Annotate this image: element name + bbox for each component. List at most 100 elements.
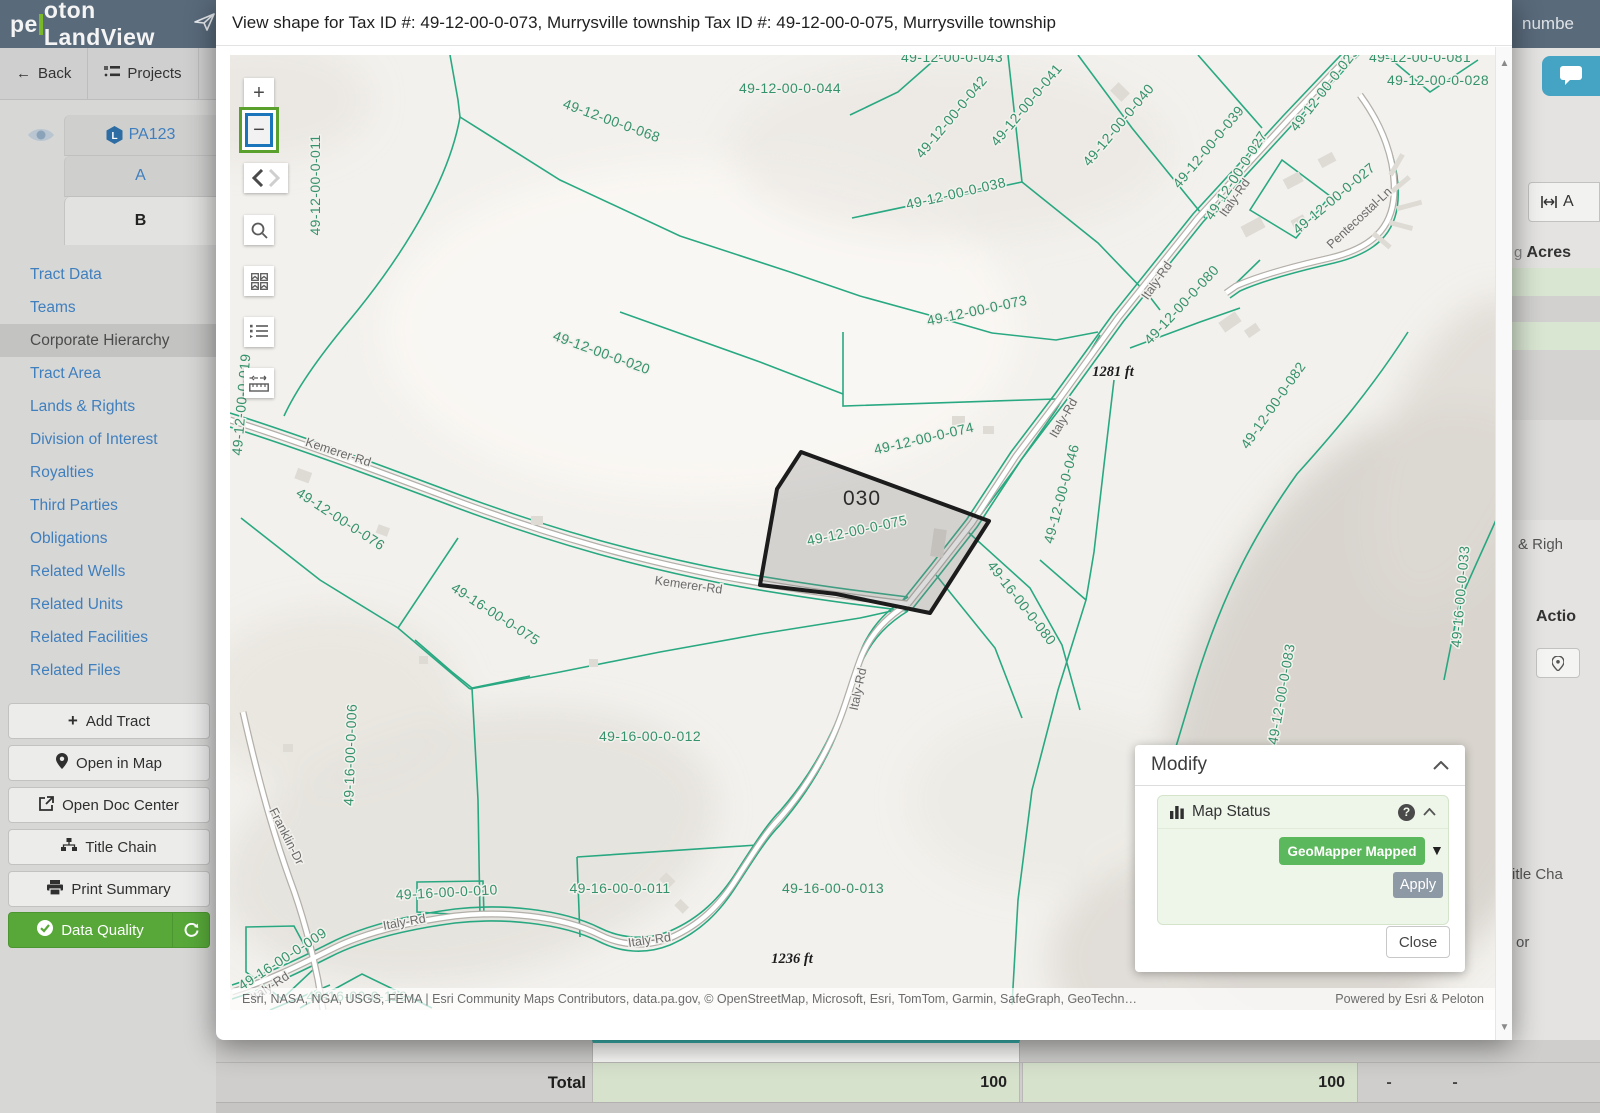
table-row	[1512, 268, 1600, 296]
extent-history-button[interactable]	[244, 163, 288, 193]
back-button[interactable]: ← Back	[0, 48, 88, 99]
external-link-icon	[39, 796, 54, 815]
map-pin-icon	[56, 753, 68, 773]
eye-icon[interactable]	[26, 124, 56, 151]
parcel-label: 49-12-00-0-046	[1040, 442, 1082, 545]
status-badge[interactable]: GeoMapper Mapped	[1279, 837, 1425, 865]
search-button[interactable]	[244, 215, 274, 245]
modal-scrollbar[interactable]: ▲ ▼	[1495, 47, 1512, 1040]
locate-button[interactable]	[1536, 648, 1580, 678]
tab-pa123[interactable]: L PA123	[64, 115, 216, 156]
chevron-left-right-icon	[251, 169, 281, 187]
layer-list-button[interactable]	[244, 317, 274, 347]
nav-tract-data[interactable]: Tract Data	[0, 258, 216, 291]
sidebar: peoton LandView ← Back Projects L PA123 …	[0, 0, 216, 1113]
zoom-in-button[interactable]: +	[244, 78, 274, 108]
nav-related-files[interactable]: Related Files	[0, 654, 216, 687]
total-row: Total 100 100 - -	[216, 1062, 1600, 1102]
data-quality-button-group: Data Quality	[8, 912, 210, 948]
add-tract-button[interactable]: +Add Tract	[8, 703, 210, 739]
nav-corporate-hierarchy[interactable]: Corporate Hierarchy	[0, 324, 216, 357]
chevron-up-icon[interactable]	[1433, 761, 1449, 770]
parcel-label: 49-12-00-0-081	[1369, 55, 1471, 65]
layer-list-icon	[250, 324, 268, 340]
modify-panel-header[interactable]: Modify	[1135, 745, 1465, 786]
background-bottom-table: Total 100 100 - -	[216, 1040, 1600, 1113]
table-row	[1512, 350, 1600, 420]
parcel-label: 49-16-00-0-080	[984, 558, 1059, 648]
projects-button[interactable]: Projects	[88, 48, 198, 99]
parcel-label: 49-12-00-0-043	[901, 55, 1003, 65]
resize-arrows-icon	[1541, 195, 1557, 209]
lands-rights-partial-label: & Righ	[1518, 536, 1563, 553]
nav-teams[interactable]: Teams	[0, 291, 216, 324]
tab-a[interactable]: A	[64, 156, 216, 197]
print-summary-button[interactable]: Print Summary	[8, 871, 210, 907]
total-label: Total	[216, 1063, 586, 1103]
nav-royalties[interactable]: Royalties	[0, 456, 216, 489]
parcel-label: 49-16-00-0-012	[599, 728, 701, 744]
parcel-label: 49-12-00-0-025	[1286, 55, 1361, 134]
modal-title: View shape for Tax ID #: 49-12-00-0-073,…	[216, 0, 1512, 46]
parcel-label: 49-16-00-0-011	[569, 880, 670, 896]
total-value-cell: 100	[1022, 1063, 1358, 1103]
scroll-down-arrow[interactable]: ▼	[1496, 1019, 1513, 1036]
app-header: peoton LandView	[0, 0, 216, 48]
background-header-text: numbe	[1512, 0, 1600, 48]
map-viewport[interactable]: 49-12-00-0-01149-12-00-0-04449-12-00-0-0…	[230, 55, 1496, 1010]
open-in-map-button[interactable]: Open in Map	[8, 745, 210, 781]
basemap-gallery-button[interactable]	[244, 266, 274, 296]
parcel-label: 49-12-00-0-068	[561, 95, 662, 145]
measure-button[interactable]	[244, 368, 274, 398]
caret-down-icon[interactable]: ▼	[1430, 842, 1444, 858]
partial-a-button[interactable]: A	[1528, 182, 1600, 222]
nav-division-of-interest[interactable]: Division of Interest	[0, 423, 216, 456]
nav-related-facilities[interactable]: Related Facilities	[0, 621, 216, 654]
table-row	[1512, 420, 1600, 520]
nav-tract-area[interactable]: Tract Area	[0, 357, 216, 390]
tract-tabs: L PA123 A B	[64, 115, 216, 245]
chevron-up-icon[interactable]	[1423, 808, 1436, 816]
table-row	[1512, 296, 1600, 322]
title-chain-button[interactable]: Title Chain	[8, 829, 210, 865]
nav-obligations[interactable]: Obligations	[0, 522, 216, 555]
modify-panel: Modify Map Status ? GeoMapper Mapped ▼ A…	[1135, 745, 1465, 972]
selected-cell[interactable]	[592, 1040, 1020, 1062]
paper-plane-icon	[194, 12, 216, 37]
nav-third-parties[interactable]: Third Parties	[0, 489, 216, 522]
refresh-button[interactable]	[173, 913, 209, 947]
apply-button[interactable]: Apply	[1393, 872, 1443, 898]
bar-chart-icon	[1170, 806, 1184, 819]
minus-icon: −	[253, 119, 265, 142]
selected-parcel-number: 030	[843, 487, 881, 510]
elevation-label: 1236 ft	[771, 951, 813, 967]
parcel-label: 49-12-00-0-082	[1237, 359, 1309, 452]
attribution-powered-by: Powered by Esri & Peloton	[1335, 992, 1484, 1006]
close-button[interactable]: Close	[1386, 926, 1450, 958]
tab-b[interactable]: B	[64, 197, 216, 245]
nav-related-units[interactable]: Related Units	[0, 588, 216, 621]
data-quality-button[interactable]: Data Quality	[9, 913, 173, 947]
parcel-label: 49-16-00-0-075	[449, 579, 543, 648]
nav-lands-rights[interactable]: Lands & Rights	[0, 390, 216, 423]
total-dash-cell: -	[1358, 1063, 1420, 1103]
scroll-up-arrow[interactable]: ▲	[1496, 55, 1513, 72]
open-doc-center-button[interactable]: Open Doc Center	[8, 787, 210, 823]
table-row	[216, 1102, 1600, 1113]
acres-header: g Acres	[1514, 244, 1571, 262]
help-icon[interactable]: ?	[1398, 804, 1415, 821]
zoom-out-button[interactable]: −	[239, 107, 279, 153]
plus-icon: +	[253, 82, 265, 105]
total-dash-cell: -	[1420, 1063, 1490, 1103]
parcel-label: 49-12-00-0-028	[1387, 72, 1489, 88]
parcel-label: 49-12-00-0-076	[294, 484, 388, 553]
view-shape-modal: View shape for Tax ID #: 49-12-00-0-073,…	[216, 0, 1512, 1040]
nav-related-wells[interactable]: Related Wells	[0, 555, 216, 588]
map-status-header[interactable]: Map Status ?	[1158, 796, 1448, 829]
check-circle-icon	[37, 920, 53, 940]
comment-button[interactable]	[1542, 56, 1600, 96]
printer-icon	[47, 880, 63, 899]
background-right-panel: numbe A g Acres & Righ Actio itle Cha or…	[1512, 0, 1600, 1113]
map-pin-icon	[1552, 656, 1564, 671]
parcel-label: 49-16-00-0-013	[782, 880, 884, 896]
